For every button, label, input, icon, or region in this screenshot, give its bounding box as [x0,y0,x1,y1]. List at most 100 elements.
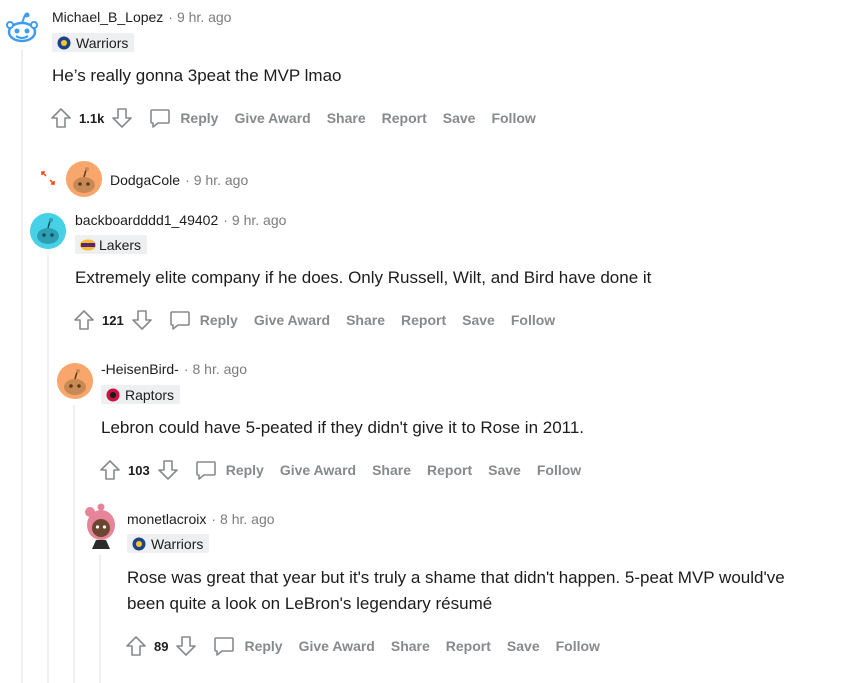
separator-dot: · [211,511,217,527]
timestamp[interactable]: 9 hr. ago [194,172,249,188]
reply-label: Reply [225,462,264,478]
save-button[interactable]: Save [488,462,521,478]
reply-button[interactable]: Reply [148,106,218,130]
username[interactable]: backboardddd1_49402 [75,212,218,228]
comment-actions: 1.1k Reply Give Award Share Report Save … [49,104,552,132]
follow-button[interactable]: Follow [556,638,600,654]
reply-button[interactable]: Reply [194,458,264,482]
timestamp[interactable]: 9 hr. ago [177,9,232,25]
save-button[interactable]: Save [507,638,540,654]
warriors-logo-icon [131,537,147,551]
user-flair: Warriors [127,534,210,553]
share-button[interactable]: Share [346,312,385,328]
share-button[interactable]: Share [372,462,411,478]
thread-line[interactable] [47,255,49,683]
comment-actions: 89 Reply Give Award Share Report Save Fo… [124,632,616,660]
comment-meta: DodgaCole · 9 hr. ago [110,172,248,188]
downvote-icon[interactable] [130,308,154,332]
thread-line[interactable] [73,405,75,683]
avatar[interactable] [57,363,93,399]
separator-dot: · [183,361,189,377]
reply-label: Reply [199,312,238,328]
comment-body-line: been quite a look on LeBron's legendary … [127,594,493,613]
report-button[interactable]: Report [427,462,472,478]
comment-body-line: Extremely elite company if he does. Only… [75,268,652,287]
user-flair: Lakers [75,235,148,254]
chat-bubble-icon [214,637,235,656]
reply-button[interactable]: Reply [168,308,238,332]
comment-body: Lebron could have 5-peated if they didn'… [101,415,584,441]
timestamp[interactable]: 8 hr. ago [220,511,275,527]
snoo-avatar-icon [30,213,66,249]
give-award-button[interactable]: Give Award [234,110,310,126]
timestamp[interactable]: 8 hr. ago [192,361,247,377]
comment-body: He’s really gonna 3peat the MVP lmao [52,63,342,89]
thread-line[interactable] [99,555,101,683]
share-button[interactable]: Share [327,110,366,126]
comment-body: Rose was great that year but it's truly … [127,565,785,617]
comment-actions: 121 Reply Give Award Share Report Save F… [72,306,571,334]
upvote-icon[interactable] [49,106,73,130]
reply-label: Reply [180,110,219,126]
user-flair: Raptors [101,385,181,404]
username[interactable]: DodgaCole [110,172,180,188]
upvote-icon[interactable] [72,308,96,332]
avatar[interactable] [4,10,40,46]
username[interactable]: Michael_B_Lopez [52,9,163,25]
give-award-button[interactable]: Give Award [280,462,356,478]
follow-button[interactable]: Follow [537,462,581,478]
username[interactable]: -HeisenBird- [101,361,179,377]
downvote-icon[interactable] [110,106,134,130]
raptors-logo-icon [105,388,121,402]
flair-text: Raptors [125,386,175,403]
downvote-icon[interactable] [174,634,198,658]
give-award-button[interactable]: Give Award [299,638,375,654]
comment-body-line: Lebron could have 5-peated if they didn'… [101,418,585,437]
comment-meta: monetlacroix · 8 hr. ago [127,511,275,527]
username[interactable]: monetlacroix [127,511,206,527]
save-button[interactable]: Save [462,312,495,328]
avatar[interactable] [66,161,102,197]
avatar[interactable] [30,213,66,249]
reply-button[interactable]: Reply [212,634,283,658]
reply-label: Reply [244,638,283,654]
vote-score: 1.1k [79,110,105,126]
avatar[interactable] [82,503,120,549]
snoo-avatar-icon [66,161,102,197]
snoo-avatar-icon [57,363,93,399]
custom-avatar-icon [85,503,115,549]
give-award-button[interactable]: Give Award [254,312,330,328]
comment-meta: Michael_B_Lopez · 9 hr. ago [52,9,231,25]
snoo-avatar-icon [5,11,39,45]
upvote-icon[interactable] [124,634,148,658]
chat-bubble-icon [169,311,190,330]
report-button[interactable]: Report [446,638,491,654]
comment-meta: backboardddd1_49402 · 9 hr. ago [75,212,286,228]
vote-score: 103 [128,462,150,478]
flair-text: Warriors [151,535,204,552]
report-button[interactable]: Report [401,312,446,328]
flair-text: Lakers [99,236,142,253]
chat-bubble-icon [150,109,171,128]
separator-dot: · [168,9,173,25]
lakers-logo-icon [79,238,96,252]
expand-icon[interactable] [40,170,56,186]
upvote-icon[interactable] [98,458,122,482]
comment-meta: -HeisenBird- · 8 hr. ago [101,361,247,377]
flair-text: Warriors [76,34,129,51]
user-flair: Warriors [52,33,135,52]
vote-score: 89 [154,638,169,654]
downvote-icon[interactable] [156,458,180,482]
comment-body-line: He’s really gonna 3peat the MVP lmao [52,66,342,85]
follow-button[interactable]: Follow [491,110,535,126]
thread-line[interactable] [21,50,23,683]
vote-score: 121 [102,312,124,328]
comment-actions: 103 Reply Give Award Share Report Save F… [98,456,597,484]
share-button[interactable]: Share [391,638,430,654]
timestamp[interactable]: 9 hr. ago [232,212,287,228]
follow-button[interactable]: Follow [511,312,555,328]
save-button[interactable]: Save [443,110,476,126]
warriors-logo-icon [56,36,72,50]
report-button[interactable]: Report [382,110,427,126]
separator-dot: · [185,172,190,188]
